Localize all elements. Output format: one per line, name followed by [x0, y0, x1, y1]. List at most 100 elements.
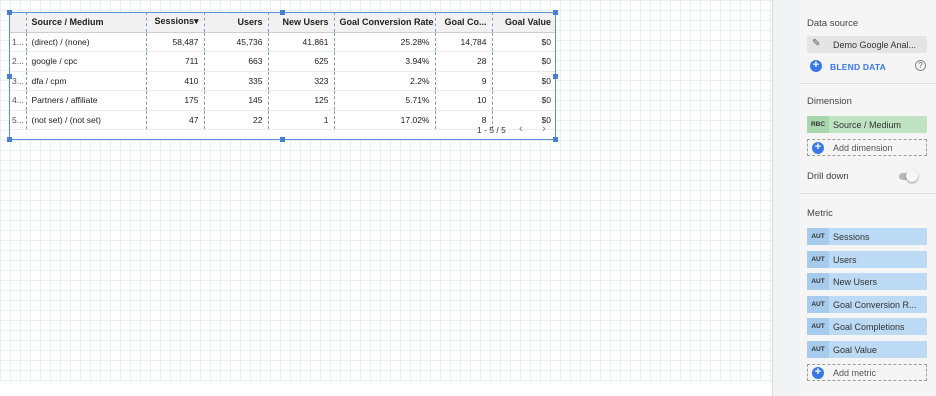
- cell-sessions: 47: [146, 110, 205, 130]
- help-icon[interactable]: ?: [915, 60, 926, 71]
- metric-type-tag: AUT: [807, 341, 829, 358]
- column-header-label: Sessions: [154, 16, 194, 27]
- data-source-selector[interactable]: ✎ Demo Google Anal...: [807, 36, 927, 53]
- row-index: 1...: [9, 32, 27, 52]
- report-editor: Source / Medium Sessions▾ Users New User…: [0, 0, 936, 396]
- metric-chip-goal-conversion-rate[interactable]: AUT Goal Conversion R...: [807, 296, 927, 313]
- cell-users: 335: [204, 71, 269, 91]
- metric-type-tag: AUT: [807, 273, 829, 290]
- dimension-chip-label: Source / Medium: [833, 120, 902, 130]
- column-header-label: New Users: [282, 16, 329, 27]
- metric-chip-goal-completions[interactable]: AUT Goal Completions: [807, 318, 927, 335]
- blend-data-button[interactable]: BLEND DATA: [830, 62, 886, 72]
- sort-desc-icon: ▾: [193, 16, 199, 27]
- cell-sessions: 58,487: [146, 32, 205, 52]
- table-row[interactable]: 4... Partners / affiliate 175 145 125 5.…: [9, 90, 556, 111]
- row-index: 5...: [9, 110, 27, 130]
- column-header-new-users[interactable]: New Users: [268, 12, 335, 33]
- column-header-users[interactable]: Users: [204, 12, 269, 33]
- cell-new-users: 323: [268, 71, 335, 91]
- toggle-knob[interactable]: [906, 170, 918, 182]
- cell-source-medium: Partners / affiliate: [26, 90, 147, 111]
- cell-goal-conversion-rate: 2.2%: [334, 71, 436, 91]
- row-index: 2...: [9, 51, 27, 72]
- metric-type-tag: AUT: [807, 251, 829, 268]
- next-page-icon[interactable]: ›: [542, 123, 546, 135]
- column-header-label: Goal Value: [504, 16, 551, 27]
- canvas-footer: [0, 382, 772, 396]
- cell-goal-completions: 10: [435, 90, 493, 111]
- cell-new-users: 1: [268, 110, 335, 130]
- cell-source-medium: google / cpc: [26, 51, 147, 72]
- drill-down-label: Drill down: [807, 171, 849, 182]
- resize-handle-top-right[interactable]: [553, 10, 558, 15]
- resize-handle-bottom-right[interactable]: [553, 137, 558, 142]
- metric-chip-label: Goal Value: [833, 345, 877, 355]
- add-circle-icon: +: [812, 142, 824, 154]
- divider: [800, 83, 936, 84]
- cell-new-users: 625: [268, 51, 335, 72]
- metric-chip-users[interactable]: AUT Users: [807, 251, 927, 268]
- metric-chip-label: Users: [833, 255, 857, 265]
- cell-sessions: 711: [146, 51, 205, 72]
- column-header-label: Users: [237, 16, 263, 27]
- add-metric-button[interactable]: + Add metric: [807, 364, 927, 381]
- add-dimension-label: Add dimension: [833, 143, 893, 153]
- column-header-sessions[interactable]: Sessions▾: [146, 12, 205, 33]
- cell-users: 22: [204, 110, 269, 130]
- table-chart[interactable]: Source / Medium Sessions▾ Users New User…: [9, 12, 556, 140]
- prev-page-icon[interactable]: ‹: [519, 123, 523, 135]
- dimension-type-tag: RBC: [807, 116, 829, 133]
- add-metric-label: Add metric: [833, 368, 877, 378]
- cell-goal-conversion-rate: 3.94%: [334, 51, 436, 72]
- cell-goal-value: $0: [492, 51, 556, 72]
- table-row[interactable]: 1... (direct) / (none) 58,487 45,736 41,…: [9, 32, 556, 52]
- resize-handle-bottom[interactable]: [280, 137, 285, 142]
- add-dimension-button[interactable]: + Add dimension: [807, 139, 927, 156]
- cell-source-medium: (direct) / (none): [26, 32, 147, 52]
- row-index: 4...: [9, 90, 27, 111]
- cell-goal-value: $0: [492, 32, 556, 52]
- metric-type-tag: AUT: [807, 228, 829, 245]
- resize-handle-right[interactable]: [553, 74, 558, 79]
- data-source-name: Demo Google Anal...: [833, 40, 917, 50]
- table-row[interactable]: 5... (not set) / (not set) 47 22 1 17.02…: [9, 110, 556, 130]
- table-row[interactable]: 2... google / cpc 711 663 625 3.94% 28 $…: [9, 51, 556, 72]
- resize-handle-left[interactable]: [7, 74, 12, 79]
- table-row[interactable]: 3... dfa / cpm 410 335 323 2.2% 9 $0: [9, 71, 556, 91]
- metric-chip-new-users[interactable]: AUT New Users: [807, 273, 927, 290]
- resize-handle-top[interactable]: [280, 10, 285, 15]
- panel-gutter: [772, 0, 800, 396]
- column-header-source-medium[interactable]: Source / Medium: [26, 12, 147, 33]
- data-source-title: Data source: [807, 18, 859, 29]
- column-header-goal-value[interactable]: Goal Value: [492, 12, 556, 33]
- metric-chip-goal-value[interactable]: AUT Goal Value: [807, 341, 927, 358]
- cell-users: 663: [204, 51, 269, 72]
- add-circle-icon[interactable]: +: [810, 60, 822, 72]
- cell-new-users: 125: [268, 90, 335, 111]
- resize-handle-top-left[interactable]: [7, 10, 12, 15]
- add-circle-icon: +: [812, 367, 824, 379]
- table-header-row: Source / Medium Sessions▾ Users New User…: [9, 12, 556, 33]
- column-header-label: Goal Co...: [444, 16, 487, 27]
- metric-chip-label: Goal Completions: [833, 322, 905, 332]
- pagination-label: 1 - 5 / 5: [477, 125, 506, 135]
- dimension-chip-source-medium[interactable]: RBC Source / Medium: [807, 116, 927, 133]
- cell-goal-completions: 28: [435, 51, 493, 72]
- pencil-icon[interactable]: ✎: [812, 38, 820, 49]
- data-table: Source / Medium Sessions▾ Users New User…: [9, 12, 556, 130]
- column-header-goal-conversion-rate[interactable]: Goal Conversion Rate: [334, 12, 436, 33]
- metric-chip-label: Sessions: [833, 232, 870, 242]
- metric-title: Metric: [807, 208, 833, 219]
- cell-goal-value: $0: [492, 90, 556, 111]
- cell-sessions: 175: [146, 90, 205, 111]
- column-header-goal-completions[interactable]: Goal Co...: [435, 12, 493, 33]
- cell-goal-conversion-rate: 5.71%: [334, 90, 436, 111]
- cell-users: 45,736: [204, 32, 269, 52]
- dimension-title: Dimension: [807, 96, 852, 107]
- column-header-label: Goal Conversion Rate: [339, 16, 434, 27]
- cell-users: 145: [204, 90, 269, 111]
- metric-type-tag: AUT: [807, 296, 829, 313]
- metric-chip-sessions[interactable]: AUT Sessions: [807, 228, 927, 245]
- resize-handle-bottom-left[interactable]: [7, 137, 12, 142]
